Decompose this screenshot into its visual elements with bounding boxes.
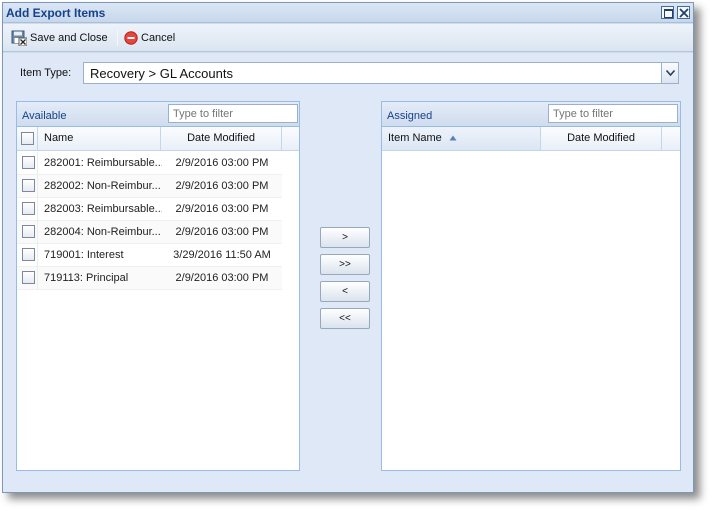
- row-name: 282001: Reimbursable...: [44, 157, 162, 169]
- assigned-panel-header: Assigned: [382, 102, 680, 127]
- row-checkbox[interactable]: [22, 248, 35, 261]
- row-name: 282003: Reimbursable...: [44, 203, 162, 215]
- remove-selected-button[interactable]: <: [320, 281, 370, 302]
- row-checkbox[interactable]: [22, 225, 35, 238]
- dialog-body: Item Type: Recovery > GL Accounts Availa…: [3, 53, 693, 492]
- chevron-down-icon[interactable]: [661, 63, 678, 83]
- toolbar: Save and Close Cancel: [3, 24, 693, 52]
- row-checkbox-cell: [17, 152, 38, 175]
- close-icon[interactable]: [677, 6, 690, 19]
- save-icon: [11, 30, 27, 46]
- table-row[interactable]: 719001: Interest 3/29/2016 11:50 AM: [17, 244, 282, 267]
- assigned-panel: Assigned Item Name Date Modified: [381, 101, 681, 471]
- cancel-icon: [124, 31, 138, 45]
- add-all-button[interactable]: >>: [320, 254, 370, 275]
- available-filter-input[interactable]: [168, 104, 298, 123]
- row-date: 2/9/2016 03:00 PM: [175, 157, 269, 169]
- row-name: 282004: Non-Reimbur...: [44, 226, 161, 238]
- table-row[interactable]: 282001: Reimbursable... 2/9/2016 03:00 P…: [17, 152, 282, 175]
- row-date: 3/29/2016 11:50 AM: [173, 249, 271, 261]
- add-selected-button[interactable]: >: [320, 227, 370, 248]
- row-name: 719001: Interest: [44, 249, 124, 261]
- column-header-name[interactable]: Name: [38, 127, 161, 150]
- available-panel: Available Name Date Modified 282001: Rei…: [16, 101, 300, 471]
- item-type-label: Item Type:: [20, 67, 72, 79]
- row-checkbox-cell: [17, 221, 38, 244]
- sort-ascending-icon: [449, 135, 457, 141]
- row-checkbox-cell: [17, 244, 38, 267]
- assigned-grid-header: Item Name Date Modified: [382, 127, 680, 151]
- row-name: 719113: Principal: [44, 272, 129, 284]
- save-and-close-label: Save and Close: [30, 32, 108, 44]
- assigned-title: Assigned: [387, 110, 433, 122]
- available-panel-header: Available: [17, 102, 299, 127]
- row-name: 282002: Non-Reimbur...: [44, 180, 161, 192]
- table-row[interactable]: 282004: Non-Reimbur... 2/9/2016 03:00 PM: [17, 221, 282, 244]
- table-row[interactable]: 282002: Non-Reimbur... 2/9/2016 03:00 PM: [17, 175, 282, 198]
- row-checkbox-cell: [17, 267, 38, 290]
- available-title: Available: [22, 110, 67, 122]
- row-date: 2/9/2016 03:00 PM: [175, 226, 269, 238]
- row-date: 2/9/2016 03:00 PM: [175, 203, 269, 215]
- available-grid-body: 282001: Reimbursable... 2/9/2016 03:00 P…: [17, 152, 299, 290]
- select-all-checkbox[interactable]: [21, 132, 34, 145]
- add-export-items-dialog: Add Export Items Save and Close Cancel I…: [2, 2, 694, 493]
- column-header-date-modified[interactable]: Date Modified: [161, 127, 282, 150]
- cancel-label: Cancel: [141, 32, 176, 44]
- toolbar-separator: [117, 30, 118, 46]
- assigned-filter-input[interactable]: [548, 104, 678, 123]
- row-date: 2/9/2016 03:00 PM: [175, 272, 269, 284]
- cancel-button[interactable]: Cancel: [124, 29, 175, 47]
- table-row[interactable]: 282003: Reimbursable... 2/9/2016 03:00 P…: [17, 198, 282, 221]
- row-checkbox-cell: [17, 175, 38, 198]
- row-checkbox-cell: [17, 198, 38, 221]
- row-checkbox[interactable]: [22, 156, 35, 169]
- item-type-select[interactable]: Recovery > GL Accounts: [83, 62, 679, 84]
- remove-all-button[interactable]: <<: [320, 308, 370, 329]
- available-grid-header: Name Date Modified: [17, 127, 299, 151]
- table-row[interactable]: 719113: Principal 2/9/2016 03:00 PM: [17, 267, 282, 290]
- row-checkbox[interactable]: [22, 179, 35, 192]
- save-and-close-button[interactable]: Save and Close: [11, 29, 108, 47]
- item-type-value: Recovery > GL Accounts: [90, 66, 233, 81]
- item-name-header-label: Item Name: [388, 132, 442, 144]
- select-all-column: [17, 127, 38, 150]
- row-checkbox[interactable]: [22, 202, 35, 215]
- title-bar: Add Export Items: [3, 3, 693, 23]
- column-header-date-modified[interactable]: Date Modified: [541, 127, 662, 150]
- row-checkbox[interactable]: [22, 271, 35, 284]
- row-date: 2/9/2016 03:00 PM: [175, 180, 269, 192]
- column-header-item-name[interactable]: Item Name: [382, 127, 541, 150]
- dialog-title: Add Export Items: [6, 6, 106, 20]
- maximize-icon[interactable]: [661, 6, 674, 19]
